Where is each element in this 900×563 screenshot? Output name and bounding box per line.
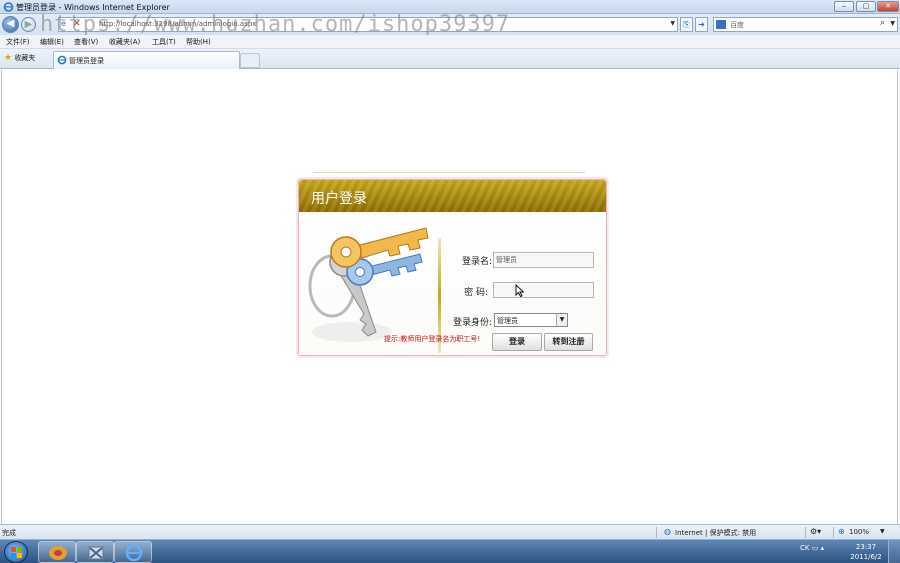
tab-bar: ★ 收藏夹 管理员登录 <box>0 49 900 69</box>
login-button[interactable]: 登录 <box>492 333 542 351</box>
taskbar-app-tool[interactable] <box>76 541 114 563</box>
tab-admin-login[interactable]: 管理员登录 <box>53 51 240 69</box>
favorites-label: 收藏夹 <box>14 54 36 62</box>
login-hint: 提示:教师用户登录名为职工号! <box>384 335 481 343</box>
globe-icon: ◍ <box>664 527 671 536</box>
taskbar: CK ▭ ▴ 23:37 2011/6/2 <box>0 539 900 563</box>
status-separator <box>656 527 657 538</box>
zoom-level[interactable]: 100% <box>849 528 869 536</box>
app-icon <box>49 546 67 560</box>
menu-bar: 文件(F) 编辑(E) 查看(V) 收藏夹(A) 工具(T) 帮助(H) <box>0 35 900 49</box>
favorites-button[interactable]: ★ 收藏夹 <box>4 53 35 63</box>
menu-file[interactable]: 文件(F) <box>6 37 30 47</box>
status-text: 完成 <box>2 529 16 537</box>
compatibility-icon[interactable]: ⎘ <box>680 17 693 32</box>
back-button[interactable]: ◀ <box>2 16 19 33</box>
page-content: 用户登录 登录名: 管理员 密 码: 登录身份: 管理员 ▼ 提示:教师用户登录… <box>1 70 898 524</box>
menu-favorites[interactable]: 收藏夹(A) <box>109 37 140 47</box>
show-desktop-button[interactable] <box>888 540 900 563</box>
chevron-down-icon[interactable]: ▼ <box>556 314 567 326</box>
close-button[interactable]: ✕ <box>877 1 899 12</box>
security-zone: Internet | 保护模式: 禁用 <box>675 529 757 537</box>
clock-time: 23:37 <box>855 543 877 551</box>
search-field[interactable]: 百度 ⌕ ▼ <box>713 17 898 32</box>
role-select-value: 管理员 <box>497 317 518 325</box>
new-tab-button[interactable] <box>240 53 260 68</box>
ie-icon <box>57 55 67 65</box>
tab-label: 管理员登录 <box>69 57 104 65</box>
mouse-cursor-icon <box>515 284 524 297</box>
status-bar: 完成 ◍ Internet | 保护模式: 禁用 ⚙▾ ⊕ 100% ▼ <box>0 524 900 539</box>
search-icon[interactable]: ⌕ <box>880 18 885 28</box>
menu-tools[interactable]: 工具(T) <box>152 37 176 47</box>
login-title: 用户登录 <box>311 191 367 207</box>
login-body: 登录名: 密 码: 登录身份: 管理员 ▼ 提示:教师用户登录名为职工号! 登录… <box>299 212 606 355</box>
zoom-icon: ⊕ <box>838 527 845 536</box>
search-engine-icon <box>716 20 726 29</box>
password-label: 密 码: <box>464 288 488 298</box>
username-label: 登录名: <box>461 257 492 267</box>
maximize-button[interactable]: ▢ <box>856 1 876 12</box>
watermark: https://www.huzhan.com/ishop39397 <box>40 12 511 37</box>
taskbar-app-visual-studio[interactable] <box>38 541 76 563</box>
menu-edit[interactable]: 编辑(E) <box>40 37 64 47</box>
clock-date: 2011/6/2 <box>850 553 882 561</box>
security-settings-icon[interactable]: ⚙▾ <box>810 527 821 536</box>
username-input[interactable] <box>493 252 594 268</box>
chevron-down-icon[interactable]: ▼ <box>880 528 885 535</box>
menu-view[interactable]: 查看(V) <box>74 37 98 47</box>
ie-icon <box>3 2 14 12</box>
windows-logo-icon <box>11 547 22 558</box>
app-icon <box>88 546 104 560</box>
role-select[interactable]: 管理员 ▼ <box>494 313 568 327</box>
menu-help[interactable]: 帮助(H) <box>186 37 211 47</box>
taskbar-app-ie[interactable] <box>114 541 152 563</box>
keyboard-icon: ▭ <box>811 544 819 552</box>
chevron-down-icon[interactable]: ▼ <box>890 20 895 27</box>
status-separator <box>805 527 806 538</box>
clock[interactable]: 23:37 2011/6/2 <box>848 542 884 562</box>
start-button[interactable] <box>4 541 28 563</box>
decorative-line <box>313 172 585 173</box>
tray-language: CK <box>800 544 810 552</box>
ie-icon <box>125 544 143 562</box>
minimize-button[interactable]: ‒ <box>834 1 854 12</box>
system-tray[interactable]: CK ▭ ▴ <box>800 544 824 552</box>
login-header: 用户登录 <box>299 180 606 212</box>
star-icon: ★ <box>4 53 13 63</box>
password-input[interactable] <box>493 282 594 298</box>
arrow-up-icon[interactable]: ▴ <box>821 544 825 552</box>
login-panel: 用户登录 登录名: 管理员 密 码: 登录身份: 管理员 ▼ 提示:教师用户登录… <box>298 179 607 356</box>
go-arrow-icon[interactable]: ➜ <box>695 17 708 32</box>
forward-button[interactable]: ▶ <box>21 17 36 32</box>
search-placeholder: 百度 <box>730 21 744 29</box>
chevron-down-icon[interactable]: ▼ <box>670 20 675 27</box>
role-label: 登录身份: <box>452 318 492 328</box>
status-separator <box>833 527 834 538</box>
register-button[interactable]: 转到注册 <box>544 333 593 351</box>
